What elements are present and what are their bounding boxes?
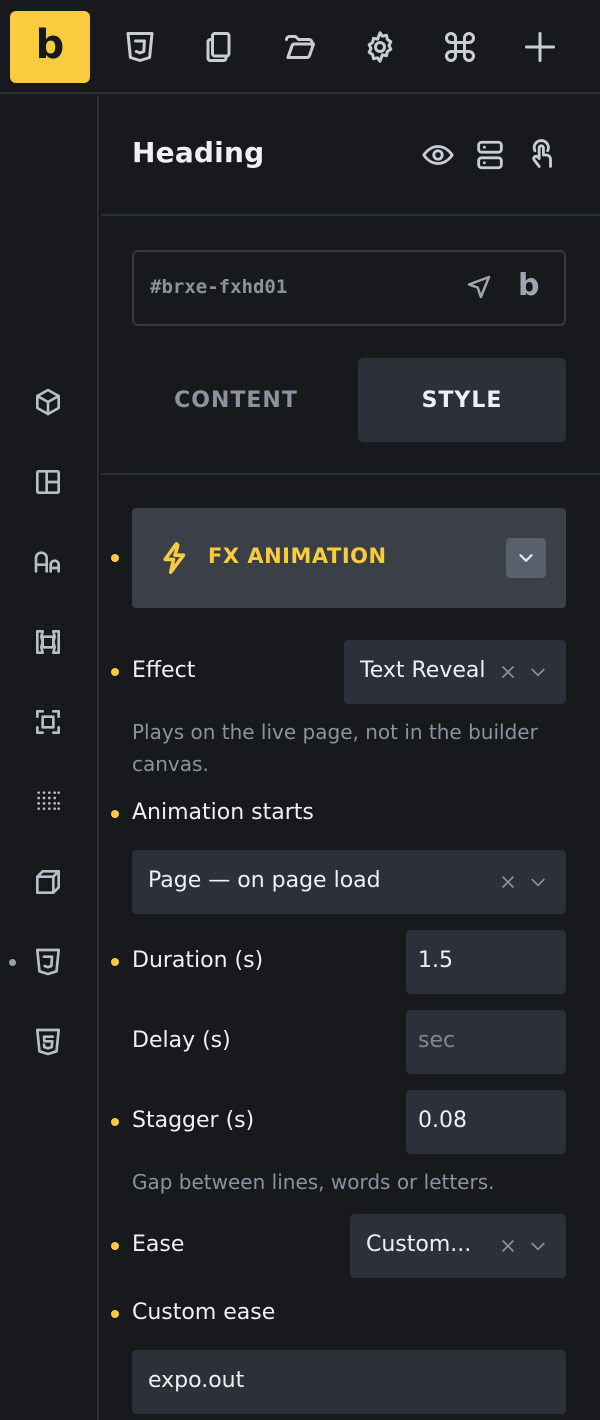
fx-animation-group-header[interactable]: FX ANIMATION: [111, 508, 566, 608]
logo-letter-small[interactable]: b: [518, 268, 539, 303]
spacing-icon[interactable]: [28, 622, 68, 662]
custom-ease-label: Custom ease: [132, 1300, 276, 1325]
close-icon[interactable]: [498, 872, 518, 892]
delay-placeholder: sec: [418, 1028, 456, 1053]
delay-input[interactable]: sec: [406, 1010, 566, 1074]
active-indicator-dot: [9, 959, 16, 966]
page-title: Heading: [132, 136, 265, 169]
stagger-input[interactable]: 0.08: [406, 1090, 566, 1154]
grid-dots-icon[interactable]: [28, 782, 68, 822]
effect-label: Effect: [132, 658, 196, 683]
duration-input[interactable]: 1.5: [406, 930, 566, 994]
html5-icon[interactable]: [28, 1022, 68, 1062]
collapse-button[interactable]: [506, 538, 546, 578]
chevron-down-icon: [519, 554, 533, 562]
group-title: FX ANIMATION: [208, 544, 387, 568]
custom-ease-control: Custom ease: [111, 1296, 566, 1332]
css3-icon[interactable]: [28, 942, 68, 982]
top-toolbar: b: [0, 0, 600, 94]
cursor-icon[interactable]: [464, 272, 500, 308]
layout-icon[interactable]: [28, 462, 68, 502]
chevron-down-icon[interactable]: [528, 872, 548, 892]
left-rail: [0, 96, 99, 1420]
changed-indicator-dot: [111, 668, 119, 676]
delay-control: Delay (s) sec: [132, 1010, 566, 1074]
chevron-down-icon[interactable]: [528, 662, 548, 682]
changed-indicator-dot: [111, 810, 119, 818]
folder-icon[interactable]: [280, 27, 320, 67]
stagger-control: Stagger (s) 0.08: [111, 1090, 566, 1154]
stagger-value: 0.08: [418, 1108, 467, 1133]
effect-select[interactable]: Text Reveal: [344, 640, 566, 704]
ease-control: Ease Custom...: [111, 1214, 566, 1278]
panel-header: Heading: [101, 96, 600, 216]
close-icon[interactable]: [498, 1236, 518, 1256]
custom-ease-input[interactable]: expo.out: [132, 1350, 566, 1414]
element-id-text: #brxe-fxhd01: [150, 276, 288, 298]
tab-content[interactable]: CONTENT: [132, 358, 340, 442]
add-icon[interactable]: [520, 27, 560, 67]
animation-starts-label: Animation starts: [132, 800, 314, 825]
typography-icon[interactable]: [28, 542, 68, 582]
changed-indicator-dot: [111, 1242, 119, 1250]
transform-icon[interactable]: [28, 862, 68, 902]
settings-icon[interactable]: [360, 27, 400, 67]
stagger-hint: Gap between lines, words or letters.: [132, 1170, 495, 1194]
pages-icon[interactable]: [200, 27, 240, 67]
delay-label: Delay (s): [132, 1028, 231, 1053]
command-icon[interactable]: [440, 27, 480, 67]
changed-indicator-dot: [111, 1118, 119, 1126]
custom-ease-value: expo.out: [148, 1368, 245, 1393]
divider: [101, 473, 600, 475]
eye-icon[interactable]: [419, 136, 457, 174]
bricks-logo-button[interactable]: b: [10, 11, 90, 83]
effect-hint: Plays on the live page, not in the build…: [132, 720, 538, 776]
effect-value: Text Reveal: [360, 658, 486, 683]
ease-select[interactable]: Custom...: [350, 1214, 566, 1278]
element-id-field[interactable]: #brxe-fxhd01 b: [132, 250, 566, 326]
logo-letter: b: [35, 22, 65, 68]
chevron-down-icon[interactable]: [528, 1236, 548, 1256]
css3-icon[interactable]: [120, 27, 160, 67]
tab-style[interactable]: STYLE: [358, 358, 566, 442]
changed-indicator-dot: [111, 1310, 119, 1318]
touch-icon[interactable]: [523, 136, 561, 174]
ease-label: Ease: [132, 1232, 185, 1257]
animation-starts-control: Animation starts: [111, 796, 566, 832]
effect-control: Effect Text Reveal: [111, 640, 566, 704]
animation-starts-select[interactable]: Page — on page load: [132, 850, 566, 914]
duration-label: Duration (s): [132, 948, 264, 973]
close-icon[interactable]: [498, 662, 518, 682]
stagger-label: Stagger (s): [132, 1108, 255, 1133]
panel-tabs: CONTENT STYLE: [132, 358, 566, 442]
changed-indicator-dot: [111, 958, 119, 966]
server-icon[interactable]: [471, 136, 509, 174]
duration-control: Duration (s) 1.5: [111, 930, 566, 994]
changed-indicator-dot: [111, 554, 119, 562]
duration-value: 1.5: [418, 948, 453, 973]
border-icon[interactable]: [28, 702, 68, 742]
box-icon[interactable]: [28, 382, 68, 422]
settings-panel: Heading #brxe-fxhd01 b CONTENT STYLE FX …: [101, 96, 600, 1420]
ease-value: Custom...: [366, 1232, 472, 1257]
animation-starts-value: Page — on page load: [148, 868, 381, 893]
bolt-icon: [160, 541, 194, 575]
